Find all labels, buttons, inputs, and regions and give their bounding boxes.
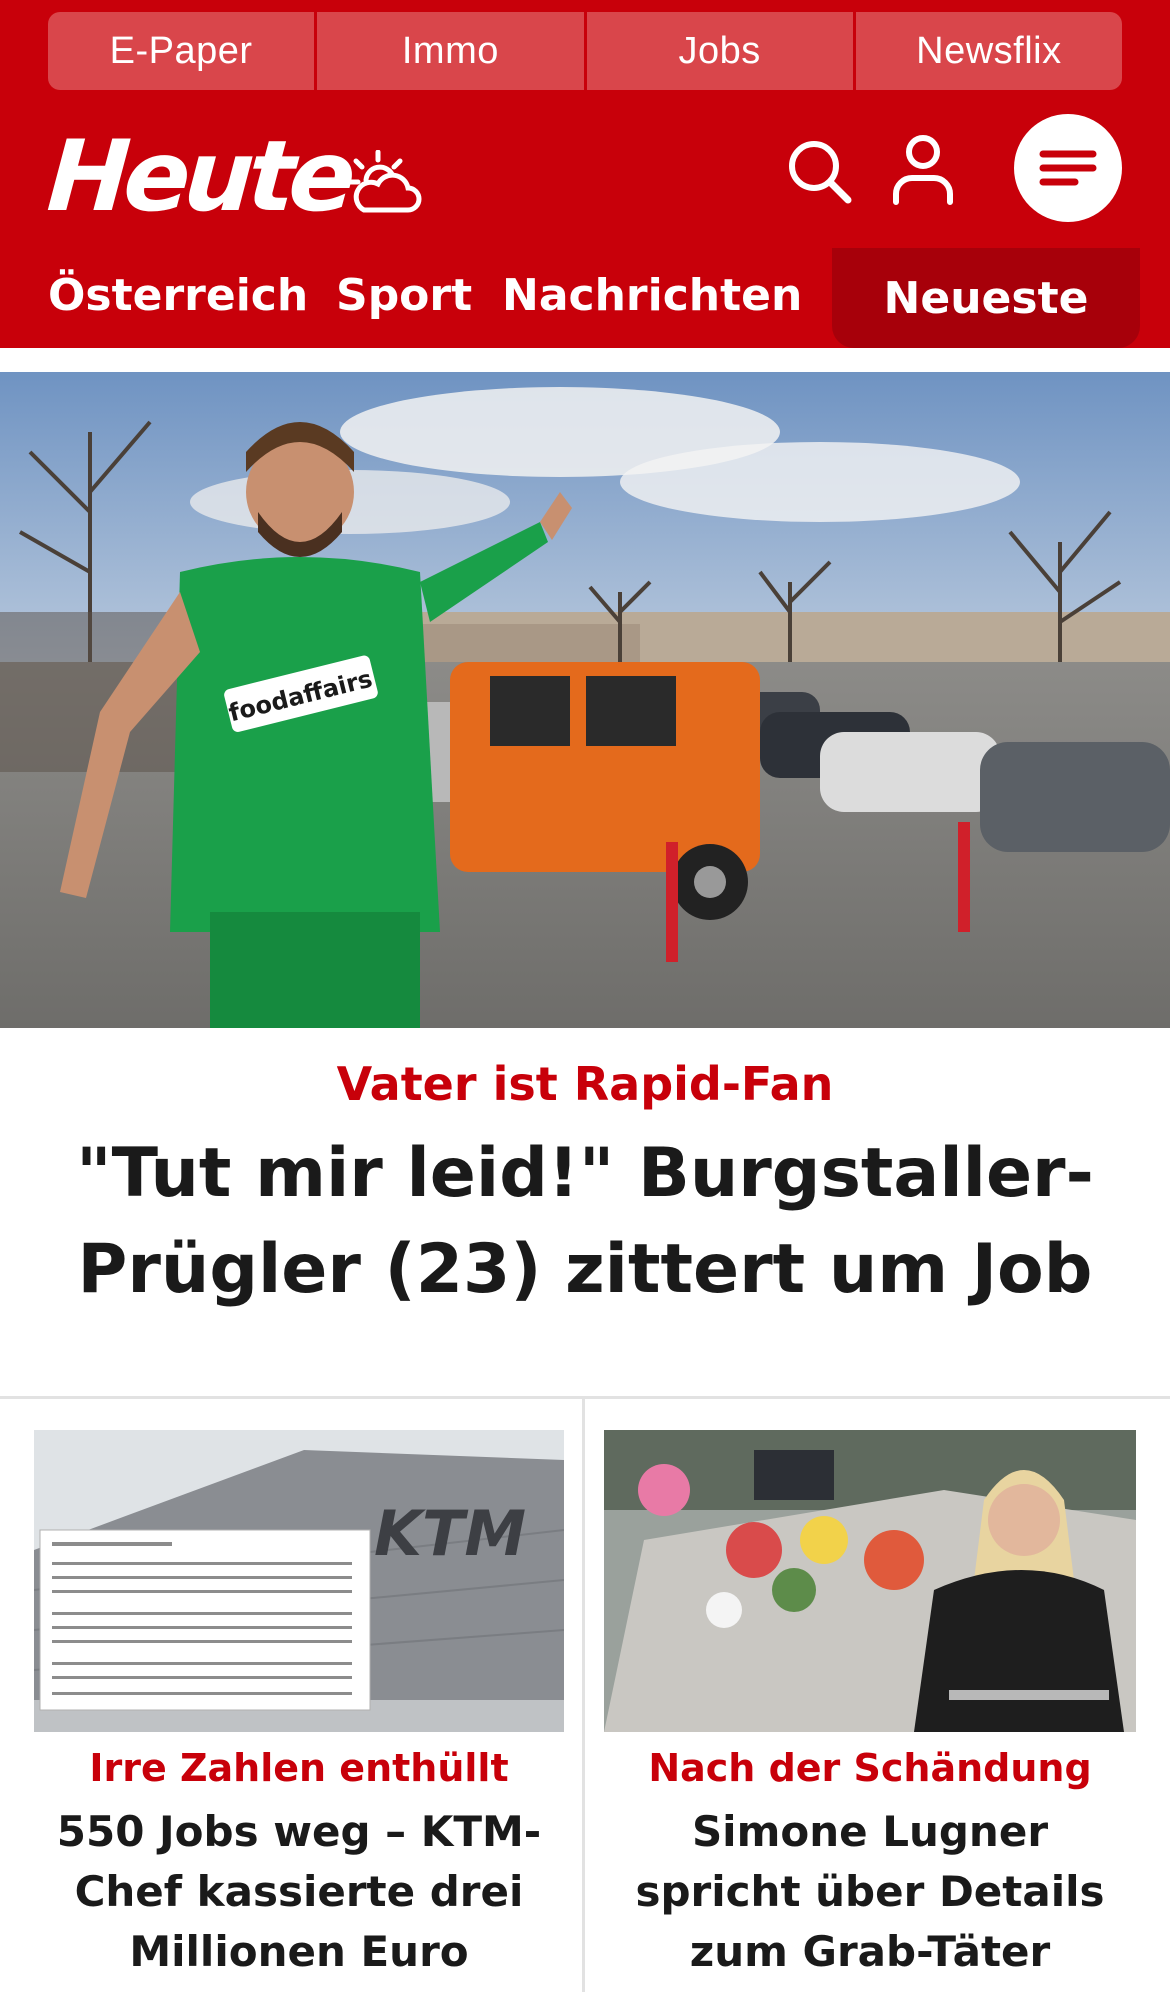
brand-bar: Heute [0,100,1170,248]
toplink-jobs[interactable]: Jobs [586,12,853,90]
site-header: E-Paper Immo Jobs Newsflix Heute Österre… [0,0,1170,348]
nav-item-sport[interactable]: Sport [336,270,472,322]
hero-image[interactable]: foodaffairs [0,372,1170,1028]
ktm-building-logo: KTM [374,1497,526,1570]
nav-item-neueste[interactable]: Neueste [832,248,1140,348]
hero-headline[interactable]: "Tut mir leid!" Burgstaller-Prügler (23)… [60,1126,1110,1318]
nav-item-oesterreich[interactable]: Österreich [48,270,308,322]
teaser-image-lugner[interactable] [604,1430,1136,1732]
teaser-image-ktm[interactable]: KTM [34,1430,564,1732]
search-button[interactable] [784,136,854,206]
section-nav: Österreich Sport Nachrichten Neueste [0,248,1170,348]
column-divider [582,1399,585,1992]
teaser-headline-lugner[interactable]: Simone Lugner spricht über Details zum G… [604,1802,1136,1982]
toplink-newsflix[interactable]: Newsflix [855,12,1122,90]
hero-kicker: Vater ist Rapid-Fan [336,1057,834,1111]
toplink-immo[interactable]: Immo [317,12,584,90]
toplink-epaper[interactable]: E-Paper [48,12,315,90]
menu-icon [1039,150,1097,186]
user-icon [893,135,953,205]
site-logo[interactable]: Heute [44,120,354,234]
section-divider [0,1396,1170,1399]
teaser-kicker-ktm: Irre Zahlen enthüllt [89,1746,509,1790]
teaser-kicker-lugner: Nach der Schändung [648,1746,1092,1790]
search-icon [789,141,852,204]
partly-cloudy-icon[interactable] [347,149,422,216]
account-button[interactable] [888,132,958,206]
service-links-bar: E-Paper Immo Jobs Newsflix [48,12,1122,90]
nav-item-nachrichten[interactable]: Nachrichten [502,270,802,322]
teaser-headline-ktm[interactable]: 550 Jobs weg – KTM-Chef kassierte drei M… [34,1802,564,1982]
menu-button[interactable] [1014,114,1122,222]
